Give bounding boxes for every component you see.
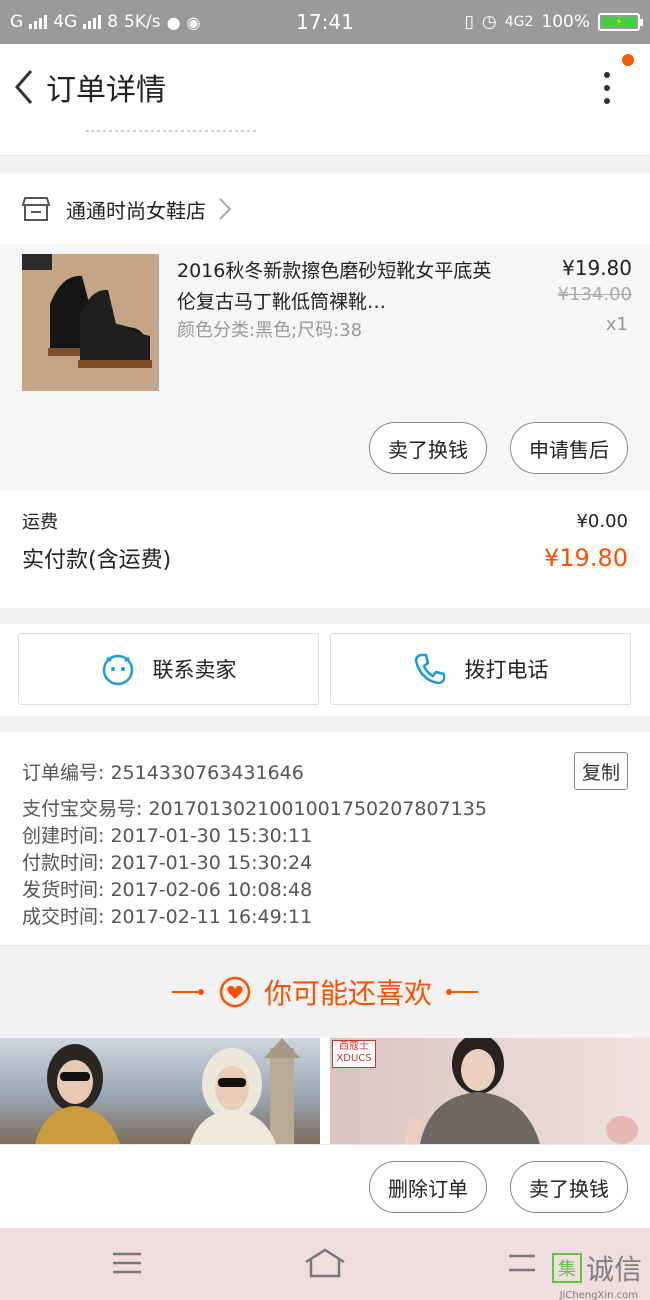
status-bar: G 4G 8 5K/s ● ◉ 17:41 ▯ ◷ 4G2 100% ⚡ xyxy=(0,0,650,44)
more-menu-button[interactable] xyxy=(592,68,622,108)
boot-image xyxy=(22,254,159,391)
sell-for-cash-button[interactable]: 卖了换钱 xyxy=(369,422,487,474)
alipay-trade-number: 支付宝交易号: 2017013021001001750207807135 xyxy=(22,798,487,820)
sim-label: 8 xyxy=(107,12,119,32)
shipping-label: 运费 xyxy=(22,512,58,533)
product-sku: 颜色分类:黑色;尺码:38 xyxy=(177,320,363,341)
call-phone-button[interactable]: 拨打电话 xyxy=(330,633,631,705)
recommend-header: 你可能还喜欢 xyxy=(0,946,650,1038)
paid-time: 付款时间: 2017-01-30 15:30:24 xyxy=(22,852,313,874)
divider-left xyxy=(171,989,204,995)
vibrate-icon: ▯ xyxy=(464,12,474,32)
paid-label: 实付款(含运费) xyxy=(22,548,172,573)
recommend-title: 你可能还喜欢 xyxy=(263,977,432,1010)
brand-logo: 西蔻士 XDUCS xyxy=(332,1040,376,1068)
call-phone-label: 拨打电话 xyxy=(464,658,549,682)
order-actions: 删除订单 卖了换钱 xyxy=(0,1144,650,1228)
carrier-label: G xyxy=(10,12,24,32)
alarm-icon: ◷ xyxy=(481,12,497,32)
page-title: 订单详情 xyxy=(46,73,166,108)
shipping-value: ¥0.00 xyxy=(576,510,628,532)
back-button[interactable] xyxy=(2,44,46,130)
watermark: 集 诚信 JiChengXin.com xyxy=(551,1248,642,1300)
recommend-image-1[interactable] xyxy=(0,1038,320,1144)
created-time: 创建时间: 2017-01-30 15:30:11 xyxy=(22,825,313,847)
back-nav-icon[interactable] xyxy=(505,1246,541,1280)
nav-bar: 订单详情 xyxy=(0,44,650,130)
home-icon[interactable] xyxy=(303,1246,347,1280)
shop-row[interactable]: 通通时尚女鞋店 xyxy=(0,174,650,244)
paid-value: ¥19.80 xyxy=(544,544,628,572)
signal-icon xyxy=(83,15,102,29)
contact-section: 联系卖家 拨打电话 xyxy=(0,624,650,716)
delete-order-button[interactable]: 删除订单 xyxy=(369,1161,487,1213)
contact-seller-button[interactable]: 联系卖家 xyxy=(18,633,319,705)
after-sales-button[interactable]: 申请售后 xyxy=(510,422,628,474)
network-label: 4G xyxy=(53,12,78,32)
order-info: 订单编号: 2514330763431646 复制 支付宝交易号: 201701… xyxy=(0,732,650,946)
order-number: 订单编号: 2514330763431646 xyxy=(22,762,304,784)
recommend-image-2[interactable]: 西蔻士 XDUCS xyxy=(330,1038,650,1144)
product-original-price: ¥134.00 xyxy=(557,284,632,305)
sell-for-cash-button-2[interactable]: 卖了换钱 xyxy=(510,1161,628,1213)
battery-icon: ⚡ xyxy=(598,13,643,31)
menu-icon[interactable] xyxy=(110,1246,144,1280)
battery-percent: 100% xyxy=(541,12,590,32)
speed-label: 5K/s xyxy=(124,12,161,32)
completed-time: 成交时间: 2017-02-11 16:49:11 xyxy=(22,906,313,928)
chevron-right-icon xyxy=(219,198,232,220)
recommend-grid: 西蔻士 XDUCS xyxy=(0,1038,650,1144)
notification-dot xyxy=(622,54,634,66)
product-image[interactable] xyxy=(22,254,159,391)
shipped-time: 发货时间: 2017-02-06 10:08:48 xyxy=(22,879,313,901)
network-label-2: 4G2 xyxy=(504,14,534,30)
notification-icon: ◉ xyxy=(186,12,201,32)
copy-button[interactable]: 复制 xyxy=(574,752,628,790)
chat-face-icon xyxy=(102,654,133,686)
phone-icon xyxy=(414,653,445,685)
shop-name: 通通时尚女鞋店 xyxy=(66,198,206,223)
watermark-logo: 集 xyxy=(551,1253,582,1283)
fee-summary: 运费 ¥0.00 实付款(含运费) ¥19.80 xyxy=(0,490,650,608)
divider-right xyxy=(446,989,478,995)
contact-seller-label: 联系卖家 xyxy=(152,658,237,682)
qq-icon: ● xyxy=(166,12,181,32)
scrolled-content-edge xyxy=(0,130,650,156)
heart-circle-icon xyxy=(219,976,251,1008)
product-price: ¥19.80 xyxy=(562,256,632,280)
store-icon xyxy=(22,197,50,221)
product-item[interactable]: 2016秋冬新款擦色磨砂短靴女平底英伦复古马丁靴低筒裸靴… 颜色分类:黑色;尺码… xyxy=(0,244,650,490)
product-title: 2016秋冬新款擦色磨砂短靴女平底英伦复古马丁靴低筒裸靴… xyxy=(177,260,492,313)
product-quantity: x1 xyxy=(605,314,628,335)
signal-icon xyxy=(29,15,48,29)
chevron-left-icon xyxy=(15,70,33,104)
watermark-url: JiChengXin.com xyxy=(559,1290,638,1300)
watermark-text: 诚信 xyxy=(585,1253,642,1286)
